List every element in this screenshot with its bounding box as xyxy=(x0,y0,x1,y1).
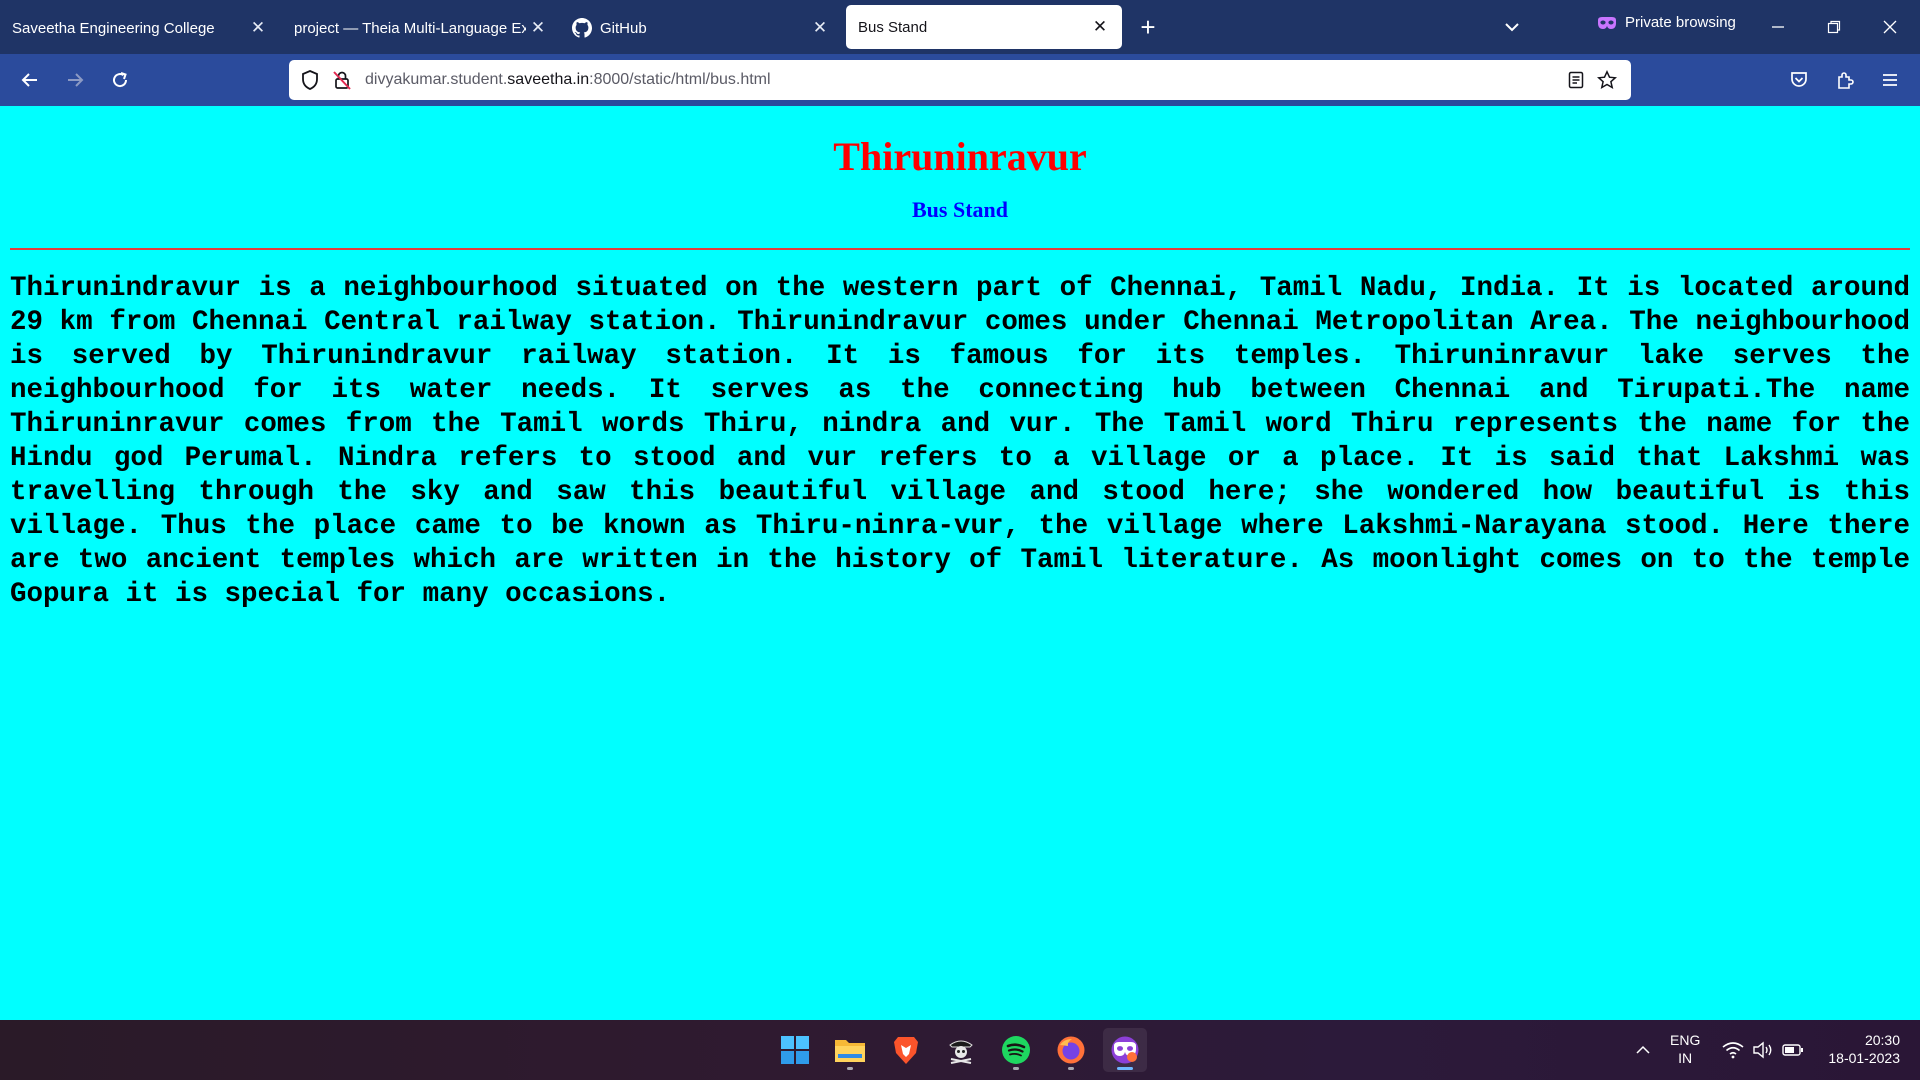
list-all-tabs-button[interactable] xyxy=(1497,12,1527,42)
tab-bus-stand[interactable]: Bus Stand ✕ xyxy=(846,5,1122,49)
tab-label: project — Theia Multi-Language Ex xyxy=(294,19,526,37)
url-host: saveetha.in xyxy=(507,71,590,88)
tab-label: GitHub xyxy=(600,19,647,37)
pirate-app-icon xyxy=(949,1040,973,1064)
tracking-protection-button[interactable] xyxy=(299,69,321,91)
bookmark-button[interactable] xyxy=(1596,69,1618,91)
private-browsing-label: Private browsing xyxy=(1625,14,1736,31)
menu-button[interactable] xyxy=(1872,62,1908,98)
quick-settings-button[interactable] xyxy=(1722,1020,1804,1080)
restore-button[interactable] xyxy=(1806,0,1862,54)
page-subtitle: Bus Stand xyxy=(911,197,1008,222)
reload-button[interactable] xyxy=(102,62,138,98)
hamburger-menu-icon xyxy=(1883,74,1897,86)
horizontal-divider xyxy=(10,248,1910,250)
tab-label: Saveetha Engineering College xyxy=(12,19,215,37)
taskbar-brave[interactable] xyxy=(884,1028,928,1072)
language-code: ENG xyxy=(1670,1032,1701,1048)
pocket-icon xyxy=(1791,72,1807,87)
page-title: Thiruninravur xyxy=(833,134,1087,179)
taskbar-pirate-app[interactable] xyxy=(939,1028,983,1072)
brave-icon xyxy=(894,1037,918,1064)
show-hidden-icons-button[interactable] xyxy=(1628,1020,1658,1080)
clock[interactable]: 20:30 18-01-2023 xyxy=(1818,1031,1900,1067)
insecure-lock-icon xyxy=(333,71,351,90)
close-icon xyxy=(1883,20,1897,34)
new-tab-button[interactable]: + xyxy=(1130,9,1166,45)
tab-saveetha[interactable]: Saveetha Engineering College ✕ xyxy=(0,6,280,50)
tab-strip: Saveetha Engineering College ✕ project —… xyxy=(0,0,1920,54)
site-security-button[interactable] xyxy=(331,69,353,91)
taskbar-spotify[interactable] xyxy=(994,1028,1038,1072)
close-icon[interactable]: ✕ xyxy=(1088,15,1112,39)
windows-start-icon xyxy=(781,1036,809,1064)
running-indicator xyxy=(1068,1067,1074,1070)
github-icon xyxy=(572,18,592,38)
body-paragraph: Thirunindravur is a neighbourhood situat… xyxy=(10,273,1910,610)
taskbar: ENG IN 20:30 18-01-2023 xyxy=(0,1020,1920,1080)
wifi-icon xyxy=(1722,1042,1744,1059)
url-subdomain: divyakumar.student. xyxy=(365,71,508,88)
reader-view-icon xyxy=(1568,71,1584,89)
taskbar-firefox[interactable] xyxy=(1049,1028,1093,1072)
file-explorer-icon xyxy=(835,1040,865,1062)
minimize-icon xyxy=(1772,26,1784,28)
running-indicator xyxy=(1013,1067,1019,1070)
running-indicator xyxy=(847,1067,853,1070)
taskbar-firefox-private[interactable] xyxy=(1103,1028,1147,1072)
minimize-button[interactable] xyxy=(1750,0,1806,54)
reader-view-button[interactable] xyxy=(1565,69,1587,91)
url-text[interactable]: divyakumar.student.saveetha.in:8000/stat… xyxy=(365,71,771,89)
chevron-down-icon xyxy=(1505,23,1519,32)
close-icon[interactable]: ✕ xyxy=(808,16,832,40)
chevron-up-icon xyxy=(1636,1045,1650,1054)
restore-icon xyxy=(1827,20,1841,34)
arrow-right-icon xyxy=(68,73,84,87)
pocket-button[interactable] xyxy=(1781,62,1817,98)
private-mask-icon xyxy=(1598,16,1616,29)
star-icon xyxy=(1597,70,1617,90)
input-language-indicator[interactable]: ENG IN xyxy=(1670,1031,1700,1067)
clock-time: 20:30 xyxy=(1864,1032,1900,1048)
private-browsing-indicator: Private browsing xyxy=(1597,14,1736,31)
plus-icon: + xyxy=(1140,11,1156,42)
tab-theia[interactable]: project — Theia Multi-Language Ex ✕ xyxy=(280,6,560,50)
running-indicator xyxy=(1117,1067,1133,1070)
puzzle-icon xyxy=(1838,72,1854,89)
close-window-button[interactable] xyxy=(1862,0,1918,54)
page-content: Thiruninravur Bus Stand Thirunindravur i… xyxy=(0,106,1920,1020)
address-bar[interactable]: divyakumar.student.saveetha.in:8000/stat… xyxy=(289,60,1631,100)
tab-label: Bus Stand xyxy=(858,18,928,36)
url-path: :8000/static/html/bus.html xyxy=(589,71,771,88)
firefox-icon xyxy=(1057,1036,1085,1064)
forward-button[interactable] xyxy=(57,62,93,98)
battery-icon xyxy=(1782,1044,1803,1056)
spotify-icon xyxy=(1002,1036,1030,1064)
firefox-private-icon xyxy=(1111,1036,1139,1064)
start-button[interactable] xyxy=(773,1028,817,1072)
close-icon[interactable]: ✕ xyxy=(246,16,270,40)
back-button[interactable] xyxy=(12,62,48,98)
extensions-button[interactable] xyxy=(1827,62,1863,98)
tab-github[interactable]: GitHub ✕ xyxy=(560,6,842,50)
navigation-toolbar: divyakumar.student.saveetha.in:8000/stat… xyxy=(0,54,1920,106)
arrow-left-icon xyxy=(21,73,37,87)
language-region: IN xyxy=(1678,1050,1693,1066)
shield-icon xyxy=(302,70,318,90)
reload-icon xyxy=(113,72,128,88)
clock-date: 18-01-2023 xyxy=(1828,1050,1900,1066)
close-icon[interactable]: ✕ xyxy=(526,16,550,40)
volume-icon xyxy=(1753,1041,1772,1059)
taskbar-file-explorer[interactable] xyxy=(828,1028,872,1072)
